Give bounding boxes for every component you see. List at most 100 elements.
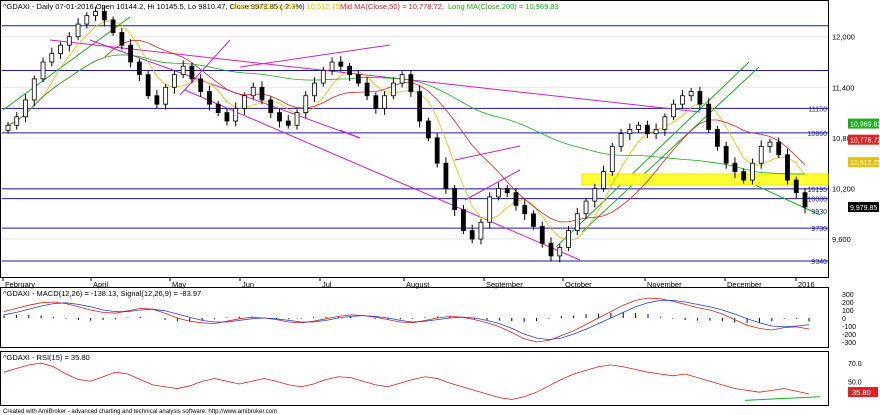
candle-body xyxy=(31,78,37,101)
candle-body xyxy=(189,65,195,80)
candle-body xyxy=(224,112,230,122)
header-mid-ma: Mid MA(Close,50) = 10,778.72, xyxy=(340,2,444,11)
macd-tick-label: -200 xyxy=(842,332,856,339)
month-label: Jun xyxy=(242,280,254,289)
candle-body xyxy=(627,129,633,135)
rsi-tick-label: 50.0 xyxy=(848,379,862,386)
macd-tick-label: 300 xyxy=(842,292,854,299)
value-tag-label: 9,979.85 xyxy=(850,205,877,212)
candle-body xyxy=(338,61,344,67)
candle-body xyxy=(355,74,361,84)
header-long-ma: Long MA(Close,200) = 10,969.83 xyxy=(448,2,559,11)
candle-body xyxy=(618,133,624,147)
month-label: November xyxy=(647,280,682,289)
candle-body xyxy=(671,103,677,118)
candle-body xyxy=(136,61,142,76)
macd-tick-label: 200 xyxy=(842,300,854,307)
candle-body xyxy=(469,230,475,240)
macd-tick-label: -300 xyxy=(842,340,856,347)
candle-body xyxy=(557,247,563,257)
price-tick-label: 9,600 xyxy=(832,235,851,244)
price-panel xyxy=(0,0,829,278)
candle-body xyxy=(609,145,615,173)
month-label: October xyxy=(565,280,592,289)
macd-tick-label: 100 xyxy=(842,308,854,315)
candle-body xyxy=(110,19,116,33)
candle-body xyxy=(14,116,20,126)
candle-body xyxy=(23,99,28,118)
level-label: 11150 xyxy=(809,106,828,113)
candle-body xyxy=(180,65,186,76)
month-label: August xyxy=(406,280,430,289)
candle-body xyxy=(706,103,712,130)
month-label: February xyxy=(5,280,35,289)
candle-body xyxy=(285,120,291,126)
candle-body xyxy=(101,11,107,21)
chart-canvas: 11150 10860 10195 10080 9930 9730 9340 12,000 1… xyxy=(0,0,880,415)
footer-credit: Created with AmiBroker - advanced charti… xyxy=(3,409,277,415)
candle-body xyxy=(785,154,790,181)
candle-body xyxy=(163,86,169,105)
rsi-axis: 70.0 50.0 xyxy=(848,361,862,386)
candle-body xyxy=(84,15,90,25)
candle-body xyxy=(320,70,326,84)
candle-body xyxy=(154,95,160,105)
candle-body xyxy=(601,171,606,189)
candle-body xyxy=(66,36,72,46)
candle-body xyxy=(408,74,414,92)
macd-tick-label: 0 xyxy=(842,316,846,323)
candle-body xyxy=(741,171,747,181)
candle-body xyxy=(347,65,352,76)
level-label: 10860 xyxy=(808,131,828,138)
month-label: April xyxy=(93,280,108,289)
candle-body xyxy=(382,95,388,109)
level-label: 10195 xyxy=(808,187,828,194)
candle-body xyxy=(215,103,221,113)
candle-body xyxy=(522,204,528,215)
candle-body xyxy=(461,209,466,232)
level-label: 10080 xyxy=(808,197,828,204)
candle-body xyxy=(566,230,571,248)
candle-body xyxy=(172,74,177,88)
candle-body xyxy=(277,112,282,122)
level-label: 9730 xyxy=(811,226,827,233)
candle-body xyxy=(496,188,501,198)
candle-body xyxy=(662,116,668,130)
candle-body xyxy=(434,137,440,164)
candle-body xyxy=(679,95,685,105)
macd-label: ^GDAXI - MACD(12,26) = -138.13, Signal(1… xyxy=(3,289,201,298)
candle-body xyxy=(592,188,598,202)
candle-body xyxy=(294,112,300,126)
candle-body xyxy=(636,124,641,130)
level-label: 9340 xyxy=(811,259,827,266)
header-short-ma: Short MA(Close,20) = 10,512.75, xyxy=(232,2,342,11)
candle-body xyxy=(390,82,396,97)
candle-body xyxy=(697,91,703,105)
value-tag-label: 10,512.75 xyxy=(850,160,880,167)
candle-body xyxy=(715,129,720,147)
candle-body xyxy=(145,74,151,97)
candle-body xyxy=(364,82,370,97)
candle-body xyxy=(732,162,738,173)
candle-body xyxy=(242,95,247,109)
candle-body xyxy=(793,179,799,194)
value-tag-label: 10,969.83 xyxy=(850,122,880,129)
macd-axis: 3002001000-100-200-300 xyxy=(842,292,856,347)
candle-body xyxy=(539,226,545,244)
candle-body xyxy=(758,145,764,164)
candle-body xyxy=(417,91,423,122)
candle-body xyxy=(40,61,46,80)
candle-body xyxy=(583,200,589,215)
candle-body xyxy=(767,141,773,147)
level-label: 9930 xyxy=(811,209,827,216)
month-label: September xyxy=(486,280,523,289)
candle-body xyxy=(548,242,554,257)
candle-body xyxy=(723,145,729,164)
candle-body xyxy=(531,213,536,227)
price-tick-label: 11,400 xyxy=(832,83,854,92)
value-tag-label: 10,778.72 xyxy=(850,138,880,145)
candle-body xyxy=(128,44,134,63)
candle-body xyxy=(399,74,405,84)
candle-body xyxy=(268,99,274,114)
candle-body xyxy=(259,86,265,101)
